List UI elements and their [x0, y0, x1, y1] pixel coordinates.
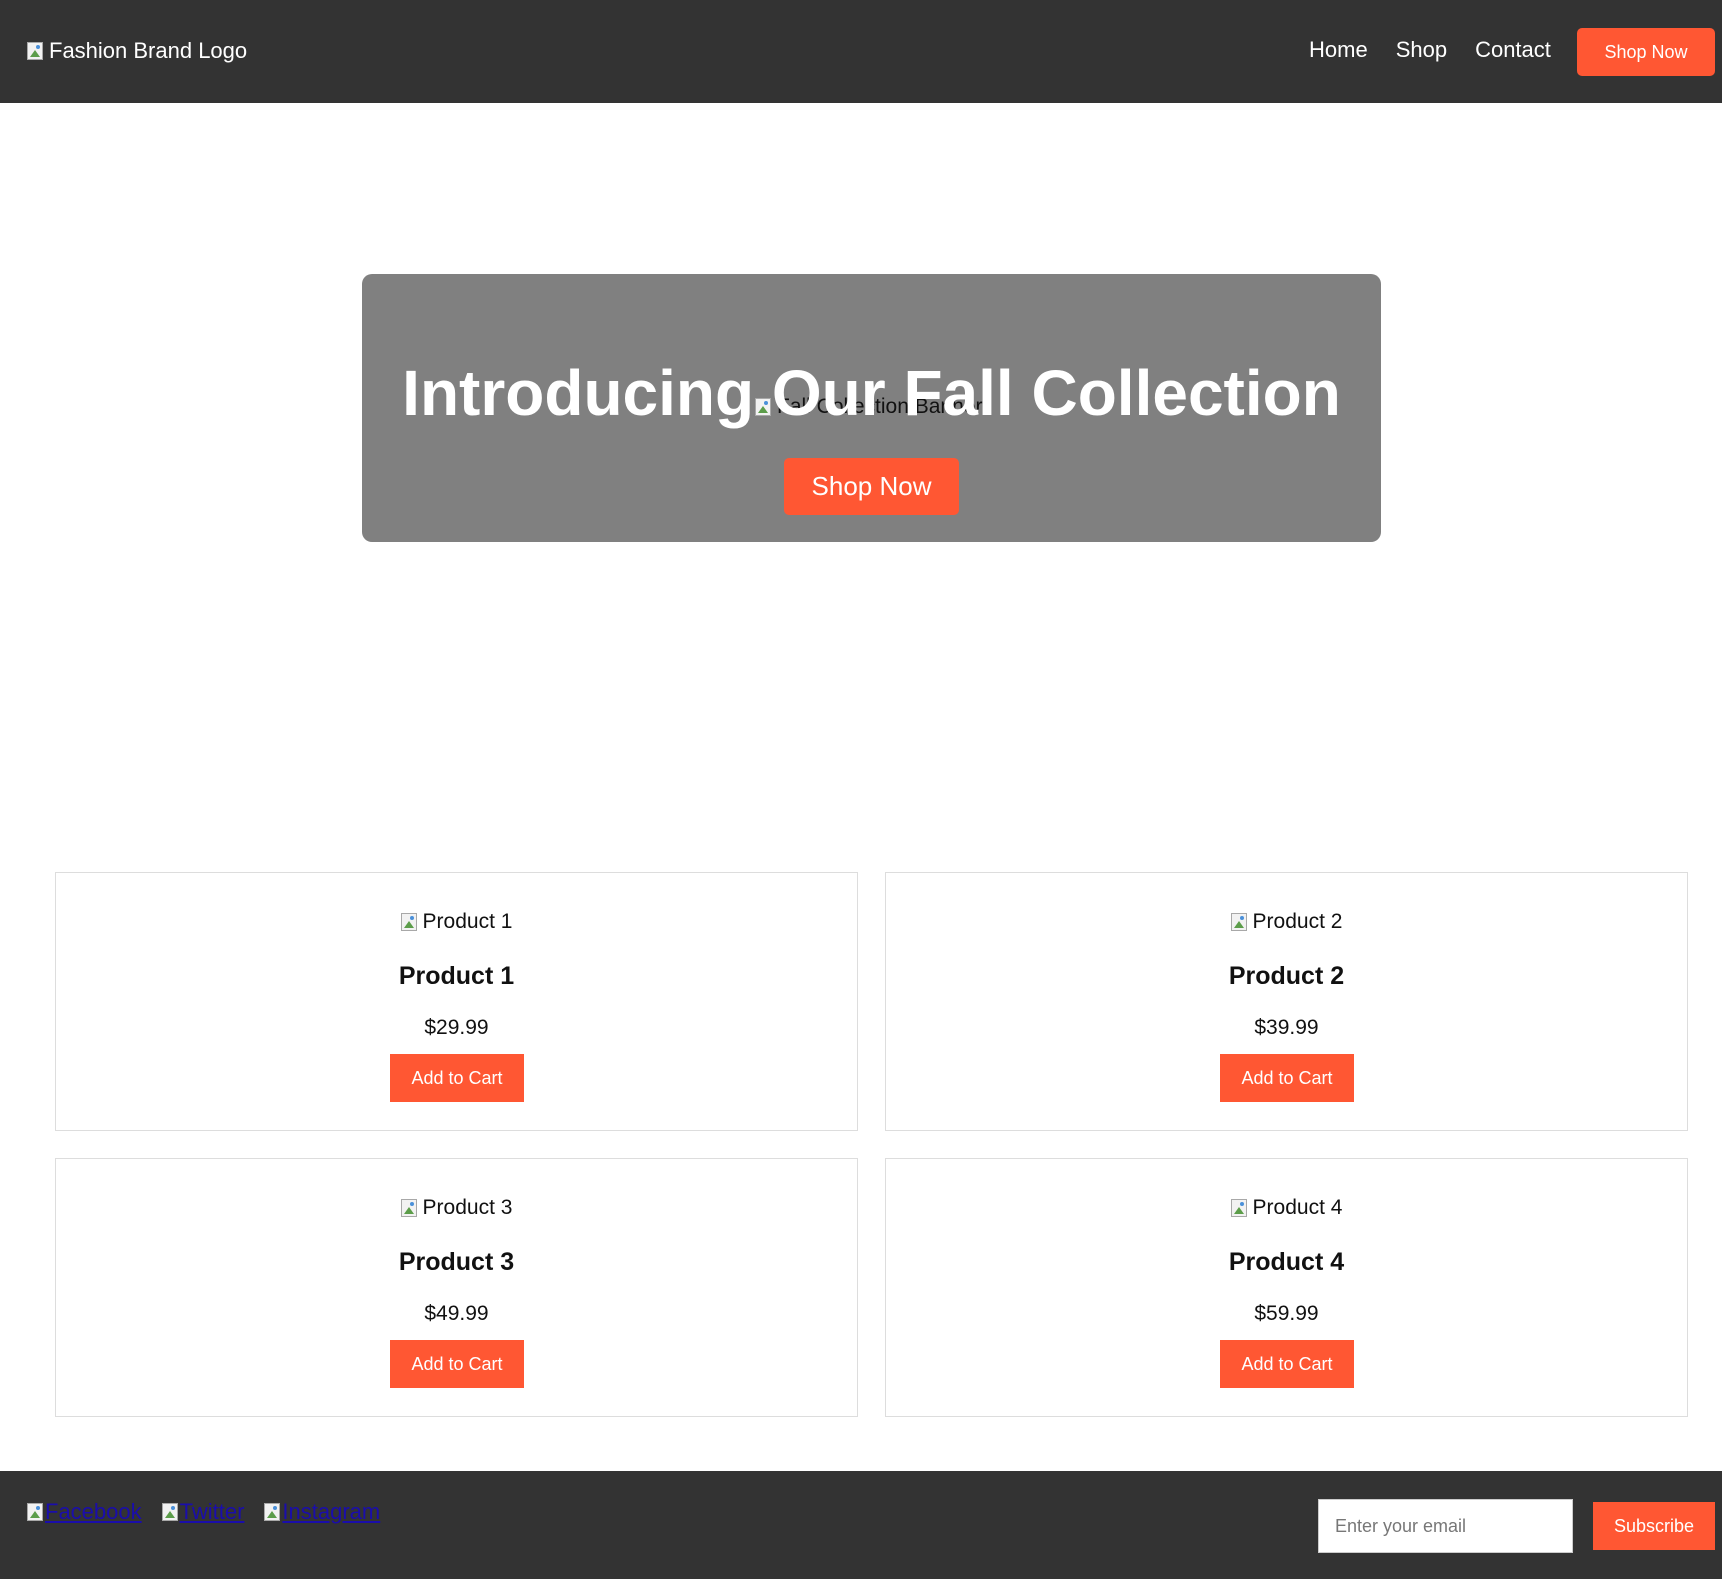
broken-image-icon — [1230, 913, 1247, 931]
site-header: Fashion Brand Logo Home Shop Contact Sho… — [0, 0, 1722, 103]
social-links: Facebook Twitter Instagram — [27, 1499, 400, 1525]
broken-image-icon — [400, 913, 417, 931]
product-image-alt: Product 1 — [422, 910, 513, 933]
nav-home-link[interactable]: Home — [1309, 35, 1368, 65]
product-card: Product 4 Product 4 $59.99 Add to Cart — [885, 1158, 1688, 1417]
product-price: $59.99 — [1254, 1302, 1319, 1325]
main-nav: Home Shop Contact — [1309, 35, 1579, 65]
product-image: Product 2 — [886, 909, 1687, 935]
subscribe-button[interactable]: Subscribe — [1593, 1502, 1715, 1550]
nav-shop-link[interactable]: Shop — [1396, 35, 1447, 65]
instagram-link[interactable]: Instagram — [264, 1499, 380, 1525]
product-name: Product 1 — [398, 962, 515, 990]
product-image: Product 3 — [56, 1195, 857, 1221]
broken-image-icon — [27, 1503, 43, 1521]
product-image: Product 1 — [56, 909, 857, 935]
broken-image-icon — [161, 1503, 178, 1521]
twitter-link-text[interactable]: Twitter — [180, 1499, 245, 1525]
product-card: Product 3 Product 3 $49.99 Add to Cart — [55, 1158, 858, 1417]
site-footer: Facebook Twitter Instagram Subscribe — [0, 1471, 1722, 1579]
product-name: Product 2 — [1228, 962, 1345, 990]
product-price: $29.99 — [424, 1016, 489, 1039]
newsletter-email-input[interactable] — [1318, 1499, 1573, 1553]
product-card: Product 1 Product 1 $29.99 Add to Cart — [55, 872, 858, 1131]
header-shop-now-button[interactable]: Shop Now — [1577, 28, 1715, 76]
hero-shop-now-button[interactable]: Shop Now — [784, 458, 959, 515]
broken-image-icon — [27, 42, 43, 60]
add-to-cart-button[interactable]: Add to Cart — [390, 1340, 524, 1388]
facebook-link-text[interactable]: Facebook — [45, 1499, 142, 1525]
product-image-alt: Product 2 — [1252, 910, 1343, 933]
twitter-link[interactable]: Twitter — [161, 1499, 245, 1525]
product-image-alt: Product 3 — [422, 1196, 513, 1219]
broken-image-icon — [400, 1199, 417, 1217]
add-to-cart-button[interactable]: Add to Cart — [1220, 1054, 1354, 1102]
instagram-link-text[interactable]: Instagram — [282, 1499, 380, 1525]
product-image: Product 4 — [886, 1195, 1687, 1221]
add-to-cart-button[interactable]: Add to Cart — [390, 1054, 524, 1102]
broken-image-icon — [1230, 1199, 1247, 1217]
nav-contact-link[interactable]: Contact — [1475, 35, 1551, 65]
facebook-link[interactable]: Facebook — [27, 1499, 142, 1525]
product-image-alt: Product 4 — [1252, 1196, 1343, 1219]
product-price: $39.99 — [1254, 1016, 1319, 1039]
hero-title: Introducing Our Fall Collection — [402, 357, 1341, 429]
product-name: Product 4 — [1228, 1248, 1345, 1276]
logo-alt-text: Fashion Brand Logo — [49, 38, 248, 63]
add-to-cart-button[interactable]: Add to Cart — [1220, 1340, 1354, 1388]
brand-logo[interactable]: Fashion Brand Logo — [27, 38, 247, 64]
broken-image-icon — [264, 1503, 281, 1521]
product-price: $49.99 — [424, 1302, 489, 1325]
product-card: Product 2 Product 2 $39.99 Add to Cart — [885, 872, 1688, 1131]
product-name: Product 3 — [398, 1248, 515, 1276]
